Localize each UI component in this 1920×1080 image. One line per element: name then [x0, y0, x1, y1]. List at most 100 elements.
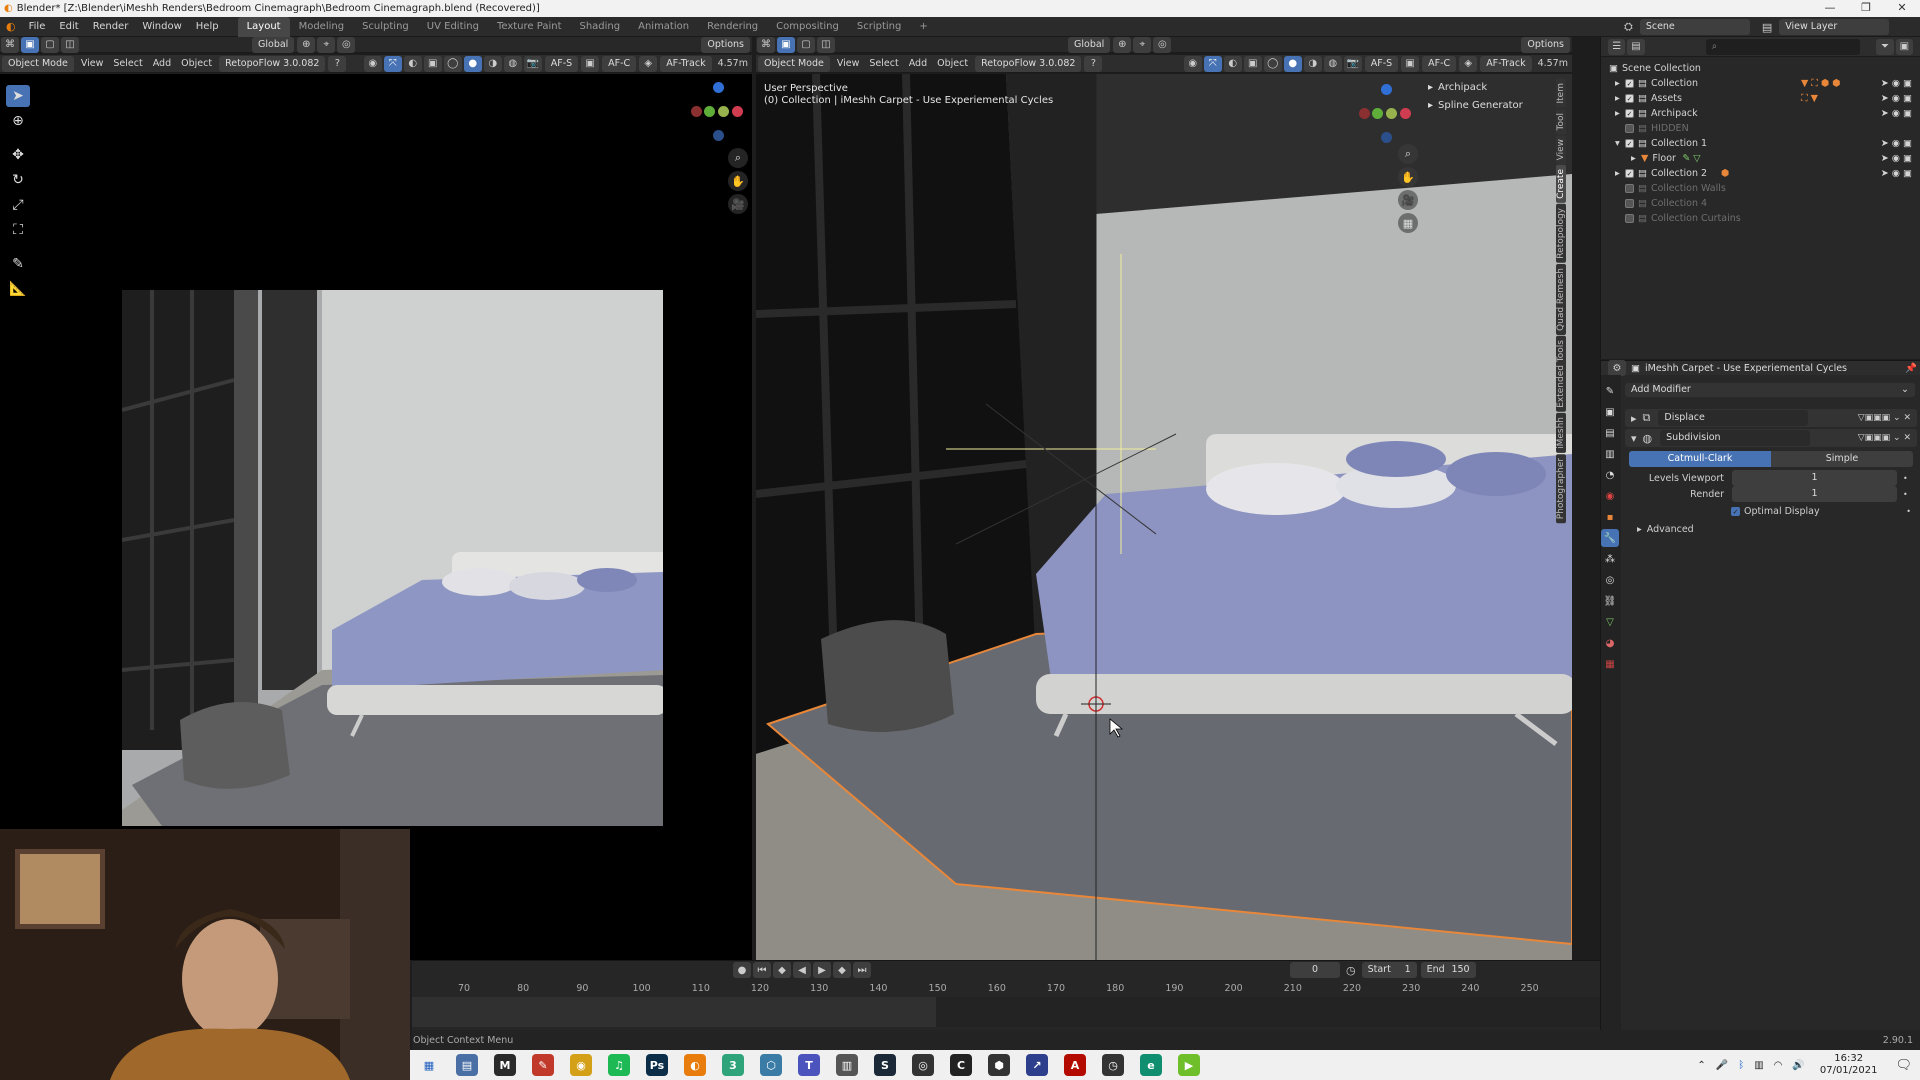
taskbar-files-icon[interactable]: ▥: [836, 1054, 858, 1076]
tab-uv-editing[interactable]: UV Editing: [418, 17, 488, 37]
tab-compositing[interactable]: Compositing: [767, 17, 848, 37]
add-modifier-dropdown[interactable]: Add Modifier ⌄: [1625, 383, 1915, 397]
select-tool-icon[interactable]: ➤: [6, 85, 30, 107]
modifier-toggles-icon[interactable]: ▽▣▣▣ ⌄ ✕: [1858, 413, 1911, 423]
keyframe-dot-icon[interactable]: •: [1903, 490, 1908, 499]
taskbar-acrobat-icon[interactable]: A: [1064, 1054, 1086, 1076]
taskbar-discord-icon[interactable]: ◎: [912, 1054, 934, 1076]
main-options-dropdown[interactable]: Options: [1521, 36, 1570, 53]
start-button-icon[interactable]: ▦: [418, 1054, 440, 1076]
checkbox-icon[interactable]: [1625, 199, 1634, 208]
view-layer-properties-icon[interactable]: ▥: [1601, 445, 1619, 463]
record-icon[interactable]: ●: [733, 962, 751, 978]
timeline-out-of-range[interactable]: [936, 997, 1600, 1027]
expand-icon[interactable]: ▸: [1615, 78, 1625, 89]
outliner-item-archipack[interactable]: ▸ ✓ ▤ Archipack ➤ ◉ ▣: [1609, 106, 1912, 121]
tab-item[interactable]: Item: [1556, 79, 1566, 108]
stopwatch-icon[interactable]: ◷: [1346, 964, 1356, 977]
main-pivot-icon[interactable]: ⊕: [1113, 36, 1132, 53]
timeline-playback-range[interactable]: [412, 997, 936, 1027]
proportional-icon[interactable]: ◎: [337, 36, 356, 53]
next-keyframe-icon[interactable]: ◆: [833, 962, 851, 978]
tab-extended-tools[interactable]: Extended Tools: [1556, 335, 1566, 412]
main-z-axis-icon[interactable]: [1381, 84, 1392, 95]
outliner-item-collection-1[interactable]: ▾ ✓ ▤ Collection 1 ➤ ◉ ▣: [1609, 136, 1912, 151]
move-tool-icon[interactable]: ✥: [6, 144, 30, 166]
main-overlay-icon[interactable]: ◐: [1223, 55, 1242, 72]
camera2-icon[interactable]: ▣: [581, 55, 600, 72]
main-select-box-icon[interactable]: ▣: [777, 36, 795, 53]
checkbox-icon[interactable]: ✓: [1625, 169, 1634, 178]
main-shading-render-icon[interactable]: ◍: [1323, 55, 1342, 72]
output-properties-icon[interactable]: ▤: [1601, 424, 1619, 442]
wifi-icon[interactable]: ◠: [1774, 1060, 1783, 1071]
view-layer-selector[interactable]: View Layer: [1779, 19, 1890, 35]
tab-retopology[interactable]: Retopology: [1556, 204, 1566, 263]
modifier-displace[interactable]: ▸ ⧉ Displace ▽▣▣▣ ⌄ ✕: [1625, 409, 1917, 427]
add-workspace-button[interactable]: +: [910, 17, 936, 37]
shading-render-icon[interactable]: ◍: [503, 55, 522, 72]
taskbar-chrome-icon[interactable]: ◉: [570, 1054, 592, 1076]
transform-tool-icon[interactable]: ⛶: [6, 219, 30, 241]
menu-window[interactable]: Window: [135, 17, 188, 37]
shading-material-icon[interactable]: ◑: [483, 55, 502, 72]
expand-icon[interactable]: ▸: [1615, 108, 1625, 119]
simple-button[interactable]: Simple: [1771, 451, 1913, 467]
collapse-icon[interactable]: ▾: [1631, 432, 1637, 445]
tab-quad-remesh[interactable]: Quad Remesh: [1556, 263, 1566, 335]
notifications-icon[interactable]: 🗨: [1895, 1058, 1912, 1073]
taskbar-blender-icon[interactable]: ◐: [684, 1054, 706, 1076]
af-c-button[interactable]: AF-C: [602, 55, 637, 72]
end-frame-field[interactable]: End 150: [1420, 962, 1476, 978]
keyframe-dot-icon[interactable]: •: [1906, 507, 1911, 516]
physics-icon[interactable]: ◎: [1601, 571, 1619, 589]
menu-object[interactable]: Object: [176, 54, 217, 74]
scale-tool-icon[interactable]: ⤢: [6, 194, 30, 216]
af-s-button[interactable]: AF-S: [544, 55, 579, 72]
spline-generator-panel[interactable]: ▸ Spline Generator: [1428, 96, 1560, 114]
display-mode-icon[interactable]: ▤: [1627, 38, 1645, 55]
optimal-display-checkbox[interactable]: ✓: [1731, 506, 1740, 516]
outliner-search-input[interactable]: ⌕: [1705, 38, 1861, 55]
taskbar-app-m-icon[interactable]: M: [494, 1054, 516, 1076]
main-af-track-button[interactable]: AF-Track: [1480, 55, 1532, 72]
main-af-s-button[interactable]: AF-S: [1364, 55, 1399, 72]
taskbar-app-c-icon[interactable]: C: [950, 1054, 972, 1076]
modifier-toggles-icon[interactable]: ▽▣▣▣ ⌄ ✕: [1858, 433, 1911, 443]
z-axis-icon[interactable]: [713, 82, 724, 93]
tab-rendering[interactable]: Rendering: [698, 17, 767, 37]
af-track-button[interactable]: AF-Track: [660, 55, 712, 72]
annotate-tool-icon[interactable]: ✎: [6, 253, 30, 275]
left-viewport[interactable]: ➤ ⊕ ✥ ↻ ⤢ ⛶ ✎ 📐 ⌕ ✋ 🎥: [0, 74, 752, 960]
volume-icon[interactable]: 🔊: [1792, 1060, 1804, 1071]
main-x-axis-icon[interactable]: [1400, 108, 1411, 119]
new-collection-icon[interactable]: ▣: [1895, 38, 1913, 55]
visibility-eye-icon[interactable]: ➤ ◉ ▣: [1881, 93, 1912, 104]
neg-z-axis-icon[interactable]: [713, 130, 724, 141]
menu-select[interactable]: Select: [108, 54, 147, 74]
main-menu-select[interactable]: Select: [864, 54, 903, 74]
visibility-eye-icon[interactable]: ➤ ◉ ▣: [1881, 78, 1912, 89]
zoom-icon[interactable]: ⌕: [728, 148, 748, 168]
measure-tool-icon[interactable]: 📐: [6, 278, 30, 300]
tab-layout[interactable]: Layout: [237, 16, 290, 37]
expand-icon[interactable]: ▸: [1615, 168, 1625, 179]
shading-wire-icon[interactable]: ◯: [443, 55, 462, 72]
camera-view-icon[interactable]: 🎥: [728, 194, 748, 214]
retopoflow-menu[interactable]: RetopoFlow 3.0.082: [219, 55, 326, 72]
main-proportional-icon[interactable]: ◎: [1153, 36, 1172, 53]
tab-modeling[interactable]: Modeling: [290, 17, 354, 37]
track-icon[interactable]: ◈: [639, 55, 658, 72]
main-menu-object[interactable]: Object: [932, 54, 973, 74]
expand-icon[interactable]: ▾: [1615, 138, 1625, 149]
start-frame-field[interactable]: Start 1: [1361, 962, 1417, 978]
scene-selector[interactable]: Scene: [1639, 19, 1750, 35]
prev-keyframe-icon[interactable]: ◆: [773, 962, 791, 978]
menu-file[interactable]: File: [22, 17, 53, 37]
material-properties-icon[interactable]: ◕: [1601, 634, 1619, 652]
expand-icon[interactable]: ▸: [1615, 93, 1625, 104]
expand-icon[interactable]: ▸: [1631, 153, 1641, 164]
taskbar-teams-icon[interactable]: T: [798, 1054, 820, 1076]
jump-end-icon[interactable]: ⏭: [853, 962, 871, 978]
taskbar-clock-icon[interactable]: ◷: [1102, 1054, 1124, 1076]
